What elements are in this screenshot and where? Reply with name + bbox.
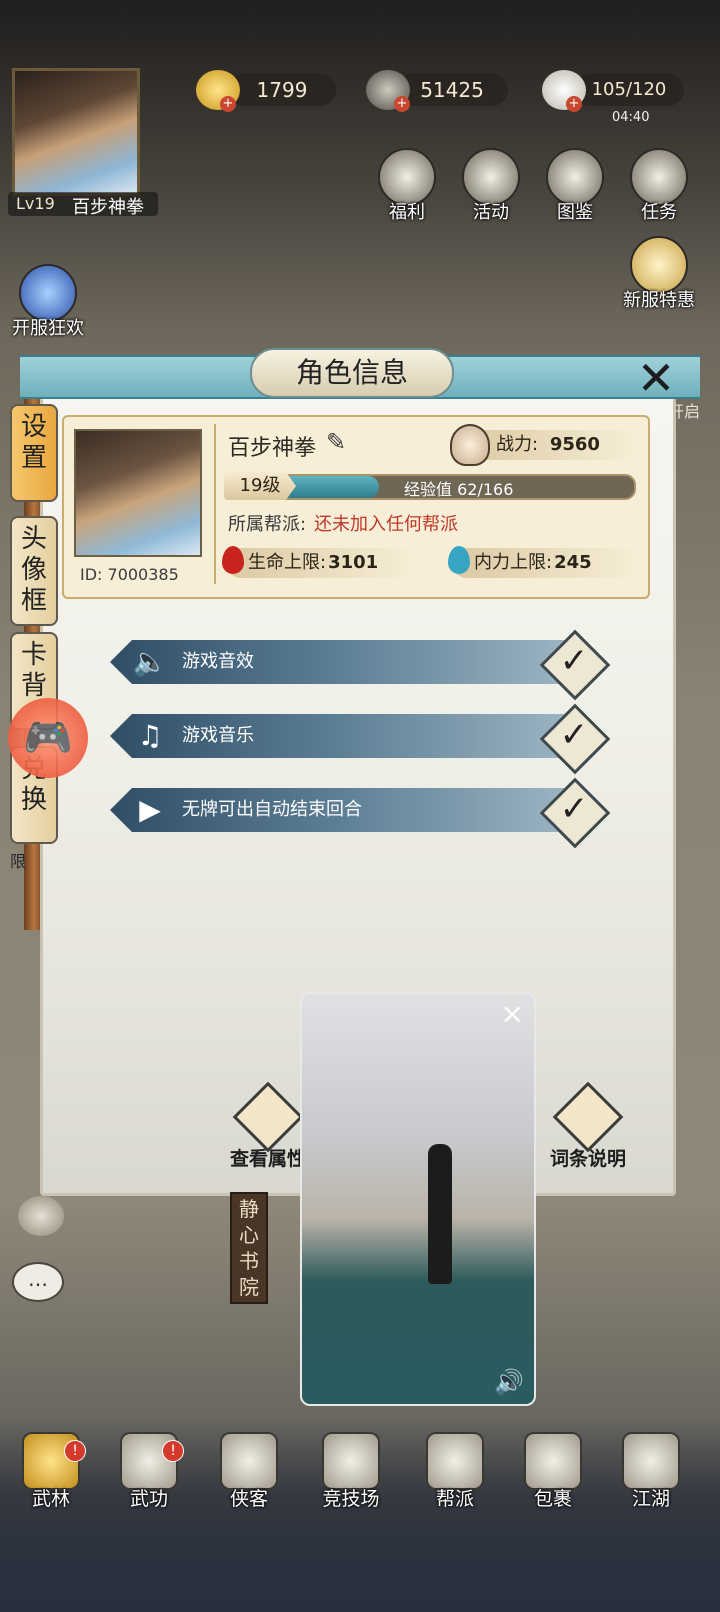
video-overlay[interactable]: × 🔊 bbox=[300, 992, 536, 1406]
stamina-value: 105/120 bbox=[591, 79, 667, 100]
nav-jianghu[interactable]: 江湖 bbox=[610, 1432, 692, 1522]
term-explanation-button[interactable]: 词条说明 bbox=[546, 1081, 630, 1171]
nav-faction[interactable]: 帮派 bbox=[414, 1432, 496, 1522]
stamina-add-icon[interactable]: + bbox=[566, 96, 582, 112]
card-divider bbox=[214, 424, 216, 584]
straw-hat-lock-icon bbox=[220, 1432, 278, 1490]
friends-icon[interactable] bbox=[18, 1196, 64, 1236]
character-portrait bbox=[74, 429, 202, 557]
speaker-icon: 🔈 bbox=[132, 645, 168, 678]
close-icon[interactable]: ✕ bbox=[630, 352, 682, 404]
setting-sound-effects[interactable]: 🔈 游戏音效 bbox=[110, 640, 570, 684]
activity-button[interactable]: 活动 bbox=[456, 148, 526, 224]
nav-heroes[interactable]: 侠客 bbox=[208, 1432, 290, 1522]
hp-max: 生命上限: 3101 bbox=[226, 548, 414, 578]
setting-auto-end-turn[interactable]: ▶ 无牌可出自动结束回合 bbox=[110, 788, 570, 832]
list-icon bbox=[232, 1081, 304, 1153]
volume-icon[interactable]: 🔊 bbox=[494, 1368, 524, 1396]
faction-label: 所属帮派: bbox=[228, 514, 307, 535]
combat-power-value: 9560 bbox=[549, 434, 600, 455]
chat-bubble-icon[interactable]: … bbox=[12, 1262, 64, 1302]
left-edge-label: 限 bbox=[10, 852, 27, 871]
nav-arena[interactable]: 竞技场 bbox=[310, 1432, 392, 1522]
gold-add-icon[interactable]: + bbox=[220, 96, 236, 112]
profile-name: 百步神拳 bbox=[228, 436, 317, 461]
crossed-swords-icon bbox=[322, 1432, 380, 1490]
coin-value: 51425 bbox=[420, 78, 484, 102]
stamina-timer: 04:40 bbox=[612, 110, 650, 125]
dialog-title: 角色信息 bbox=[250, 348, 454, 398]
gold-ingot-counter[interactable]: 1799 bbox=[228, 74, 336, 106]
check-icon: ✓ bbox=[559, 715, 589, 755]
player-id: ID: 7000385 bbox=[80, 565, 179, 584]
check-icon: ✓ bbox=[559, 641, 589, 681]
check-icon: ✓ bbox=[559, 789, 589, 829]
video-person bbox=[428, 1144, 452, 1284]
video-close-icon[interactable]: × bbox=[501, 1000, 524, 1028]
stamina-counter[interactable]: 105/120 bbox=[574, 74, 684, 106]
view-attributes-button[interactable]: 查看属性 bbox=[226, 1081, 310, 1171]
open-carnival-button[interactable]: 开服狂欢 bbox=[2, 264, 94, 340]
player-level: Lv19 bbox=[16, 194, 55, 213]
water-drop-icon bbox=[448, 546, 470, 574]
tab-settings[interactable]: 设置 bbox=[10, 404, 58, 502]
gold-ingot-value: 1799 bbox=[256, 78, 308, 102]
music-note-icon: ♫ bbox=[137, 719, 163, 752]
bundle-icon bbox=[524, 1432, 582, 1490]
gamepad-icon: 🎮 bbox=[23, 715, 73, 761]
gate-lock-icon bbox=[426, 1432, 484, 1490]
mp-max-value: 245 bbox=[554, 552, 592, 573]
floating-gamepad-button[interactable]: 🎮 bbox=[8, 698, 88, 778]
tag-icon bbox=[552, 1081, 624, 1153]
tab-avatar-frame[interactable]: 头像框 bbox=[10, 516, 58, 626]
blood-drop-icon bbox=[222, 546, 244, 574]
catalog-button[interactable]: 图鉴 bbox=[540, 148, 610, 224]
nav-martial-arts-alert: ! bbox=[162, 1440, 184, 1462]
nav-inventory[interactable]: 包裹 bbox=[512, 1432, 594, 1522]
coin-counter[interactable]: 51425 bbox=[396, 74, 508, 106]
exp-text: 经验值 62/166 bbox=[404, 480, 514, 499]
mountain-icon bbox=[622, 1432, 680, 1490]
rename-brush-icon[interactable]: ✎ bbox=[326, 428, 346, 456]
mp-max: 内力上限: 245 bbox=[452, 548, 638, 578]
hp-max-value: 3101 bbox=[328, 552, 379, 573]
setting-music[interactable]: ♫ 游戏音乐 bbox=[110, 714, 570, 758]
faction-value: 还未加入任何帮派 bbox=[314, 514, 458, 535]
player-name: 百步神拳 bbox=[72, 197, 144, 218]
player-avatar[interactable] bbox=[12, 68, 140, 196]
welfare-button[interactable]: 福利 bbox=[372, 148, 442, 224]
level-tag: 19级 bbox=[224, 472, 296, 500]
new-server-deal-button[interactable]: 新服特惠 bbox=[614, 236, 704, 312]
fist-icon bbox=[450, 424, 490, 466]
quest-button[interactable]: 任务 bbox=[624, 148, 694, 224]
play-icon: ▶ bbox=[139, 793, 161, 826]
nav-wulin-alert: ! bbox=[64, 1440, 86, 1462]
building-sign: 静心书院 bbox=[230, 1192, 268, 1304]
coin-add-icon[interactable]: + bbox=[394, 96, 410, 112]
